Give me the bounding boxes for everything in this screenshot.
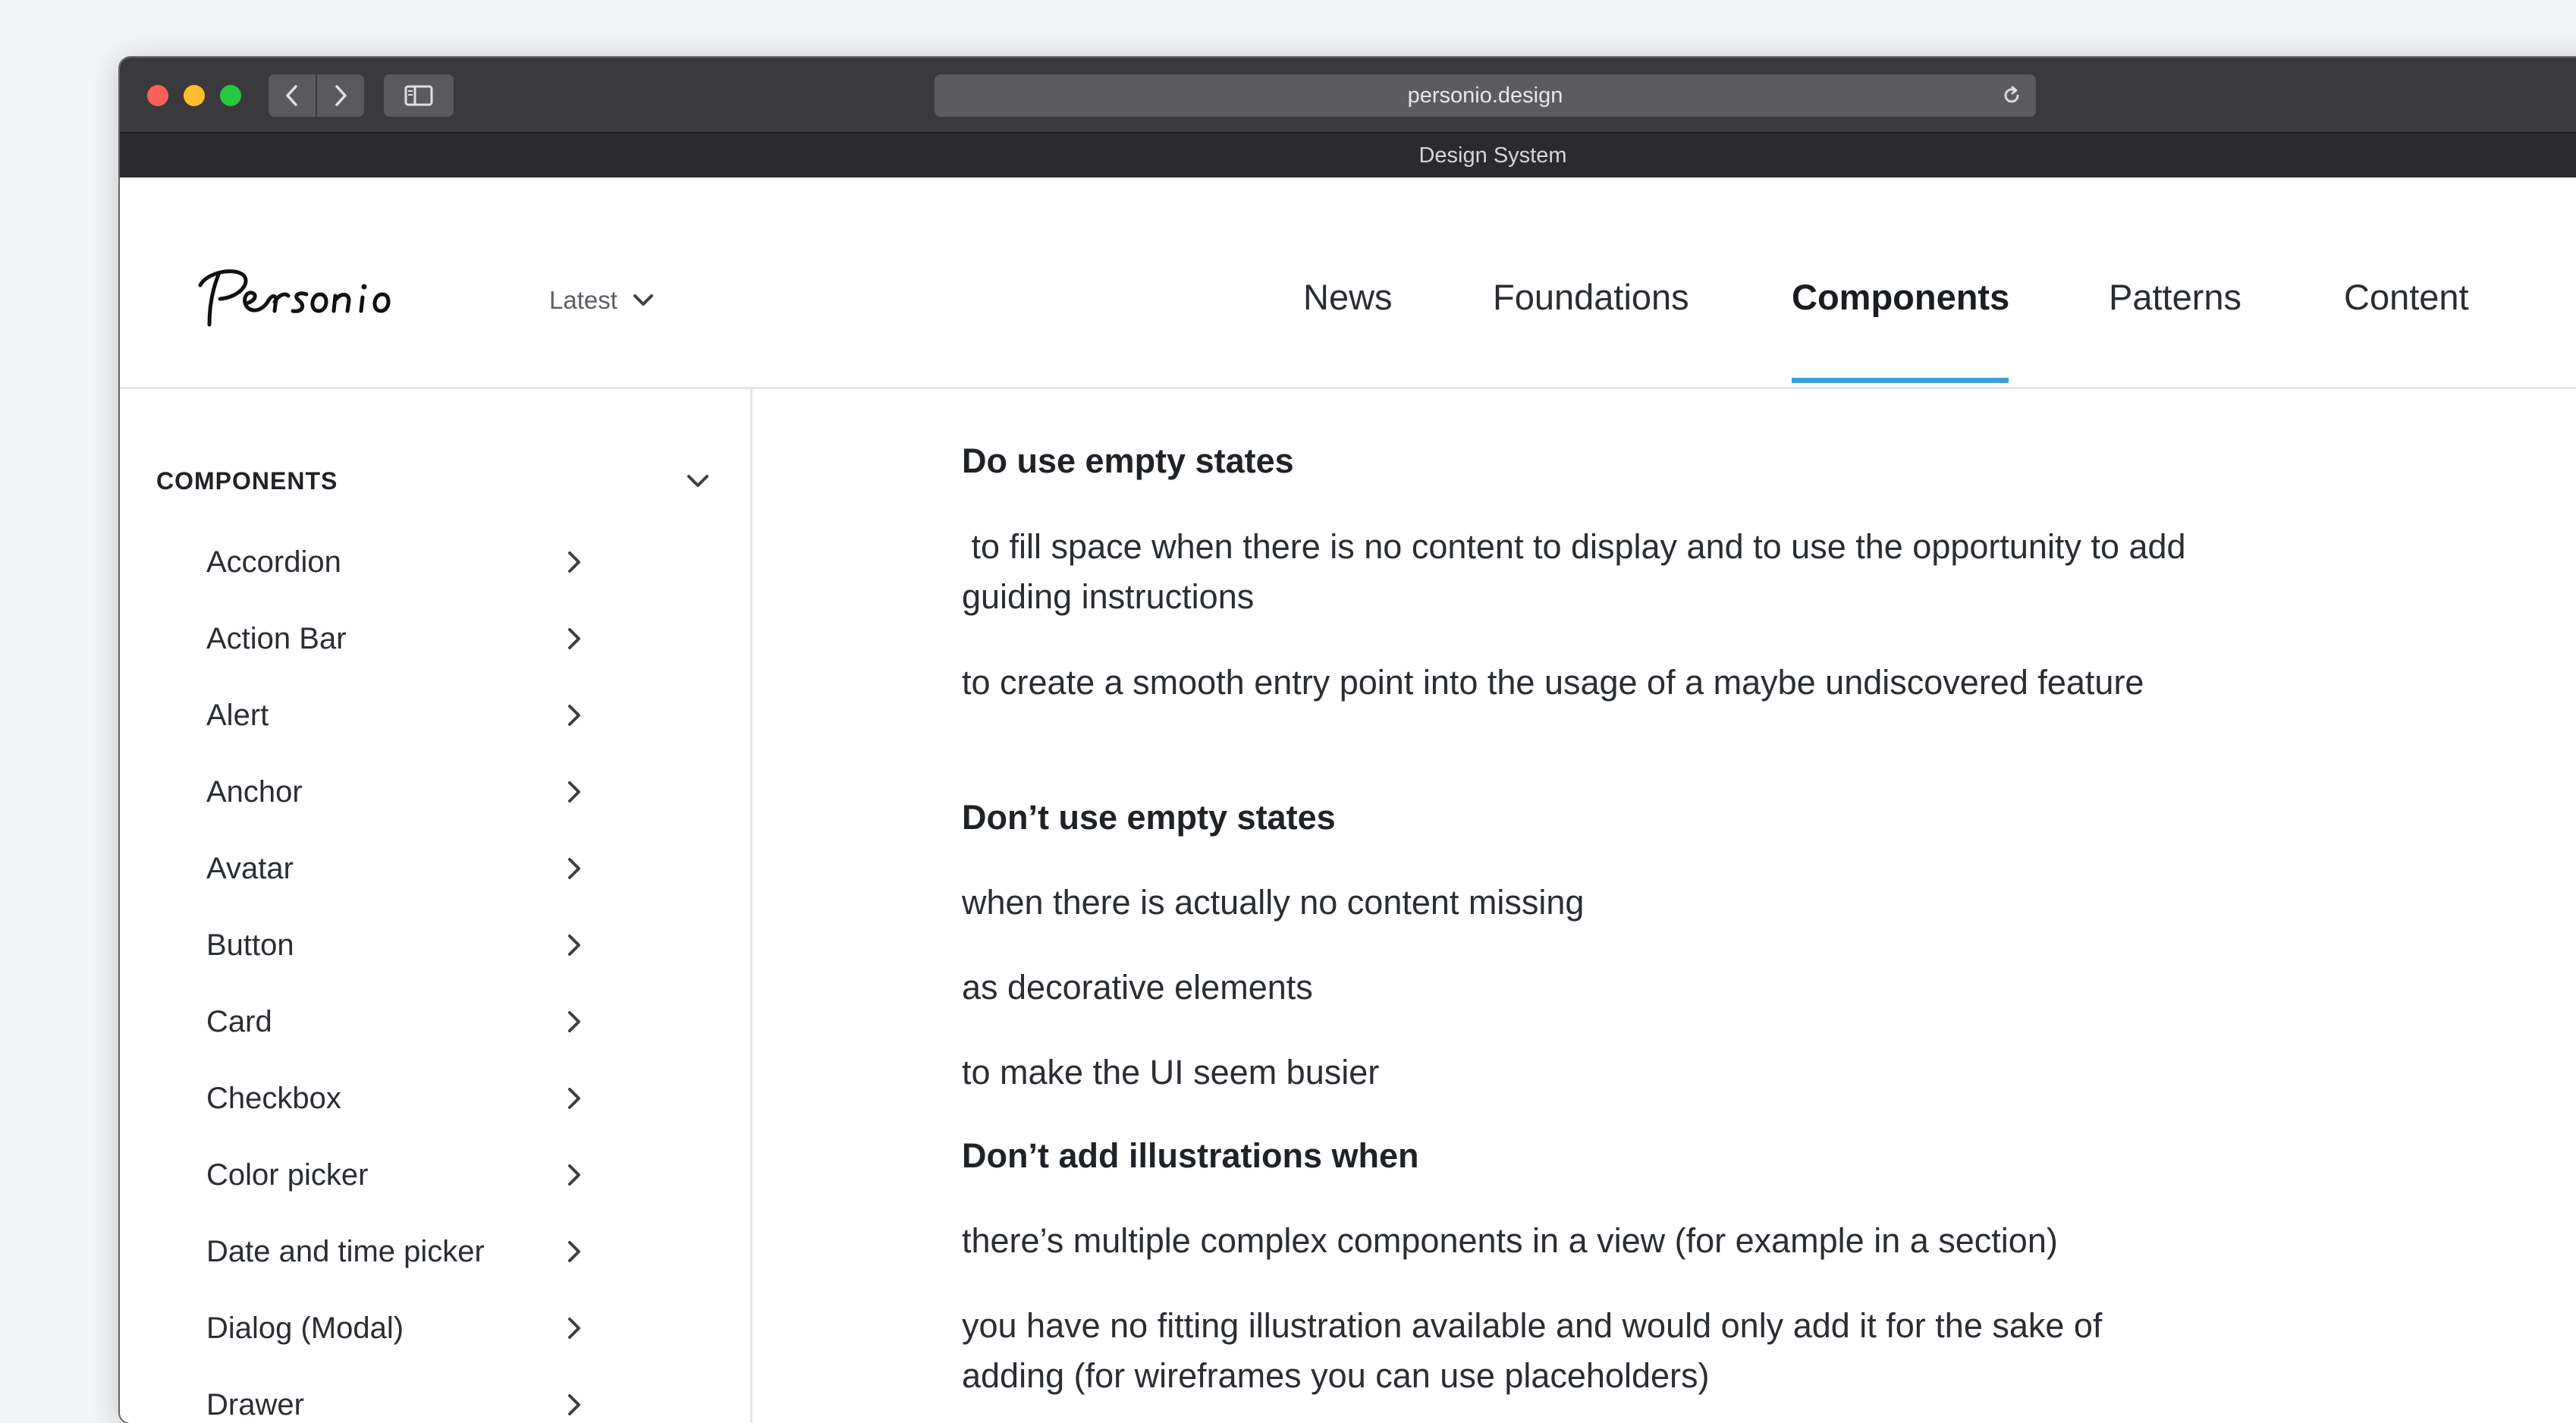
chevron-right-icon [568, 551, 580, 573]
chevron-right-icon [568, 1241, 580, 1262]
chevron-right-icon [335, 85, 347, 106]
reload-icon[interactable] [2001, 85, 2022, 106]
tab-bar: Design System [120, 132, 2576, 177]
sidebar-item-label: Dialog (Modal) [206, 1311, 404, 1345]
close-window-button[interactable] [147, 85, 168, 106]
sidebar-item-button[interactable]: Button [120, 907, 750, 984]
sidebar-item-alert[interactable]: Alert [120, 677, 750, 754]
version-label: Latest [549, 286, 617, 314]
chevron-right-icon [568, 705, 580, 726]
chevron-right-icon [568, 858, 580, 879]
zoom-window-button[interactable] [220, 85, 241, 106]
sidebar-icon [404, 85, 433, 106]
do-use-item: to fill space when there is no content t… [962, 527, 2196, 616]
sidebar-item-avatar[interactable]: Avatar [120, 831, 750, 907]
url-text: personio.design [1407, 83, 1563, 108]
chevron-right-icon [568, 1318, 580, 1339]
main-content: Do use empty states to fill space when t… [752, 389, 2576, 1423]
active-nav-indicator [1792, 378, 2009, 383]
nav-foundations[interactable]: Foundations [1493, 259, 1689, 335]
browser-titlebar: personio.design [120, 58, 2576, 132]
sidebar-item-date-and-time-picker[interactable]: Date and time picker [120, 1214, 750, 1290]
sidebar-item-label: Color picker [206, 1158, 369, 1192]
sidebar-list: Accordion Action Bar Alert Anchor Avatar… [120, 524, 750, 1423]
chevron-right-icon [568, 628, 580, 649]
sidebar-item-label: Date and time picker [206, 1235, 485, 1268]
sidebar-section-title: COMPONENTS [156, 466, 338, 495]
sidebar-item-label: Anchor [206, 775, 303, 809]
forward-button[interactable] [316, 74, 364, 117]
sidebar-item-label: Card [206, 1005, 272, 1038]
sidebar-item-label: Alert [206, 699, 269, 732]
sidebar-item-dialog-modal[interactable]: Dialog (Modal) [120, 1290, 750, 1367]
chevron-right-icon [568, 1394, 580, 1415]
nav-patterns[interactable]: Patterns [2109, 259, 2241, 335]
history-nav [269, 74, 364, 117]
dont-use-item: to make the UI seem busier [962, 1053, 1380, 1092]
dont-add-illustrations-item: you have no fitting illustration availab… [962, 1306, 2103, 1395]
site-header: Latest News Foundations Components Patte… [120, 177, 2576, 389]
sidebar-item-label: Checkbox [206, 1082, 341, 1115]
chevron-right-icon [568, 781, 580, 803]
chevron-down-icon [687, 475, 708, 487]
dont-add-illustrations-item: there’s multiple complex components in a… [962, 1221, 2058, 1260]
sidebar: COMPONENTS Accordion Action Bar Alert An… [120, 389, 752, 1423]
chevron-left-icon [286, 85, 297, 106]
sidebar-item-action-bar[interactable]: Action Bar [120, 601, 750, 677]
nav-news[interactable]: News [1303, 259, 1393, 335]
chevron-down-icon [633, 294, 653, 306]
dont-use-heading: Don’t use empty states [962, 798, 1336, 837]
sidebar-toggle-button[interactable] [384, 74, 454, 117]
sidebar-item-label: Button [206, 928, 294, 962]
nav-components[interactable]: Components [1792, 259, 2009, 335]
sidebar-item-label: Avatar [206, 852, 294, 885]
sidebar-item-label: Action Bar [206, 622, 347, 655]
tab-title[interactable]: Design System [120, 134, 2576, 177]
sidebar-item-drawer[interactable]: Drawer [120, 1367, 750, 1423]
personio-logo[interactable] [193, 259, 443, 335]
sidebar-item-accordion[interactable]: Accordion [120, 524, 750, 601]
sidebar-item-anchor[interactable]: Anchor [120, 754, 750, 831]
chevron-right-icon [568, 1164, 580, 1186]
sidebar-item-label: Drawer [206, 1388, 304, 1421]
chevron-right-icon [568, 1088, 580, 1109]
dont-use-item: when there is actually no content missin… [962, 883, 1585, 922]
sidebar-item-checkbox[interactable]: Checkbox [120, 1060, 750, 1137]
back-button[interactable] [269, 74, 316, 117]
dont-use-item: as decorative elements [962, 968, 1313, 1007]
version-select[interactable]: Latest [549, 284, 654, 317]
sidebar-item-label: Accordion [206, 545, 341, 579]
do-use-item: to create a smooth entry point into the … [962, 663, 2144, 702]
browser-window: personio.design Design System Latest New… [120, 58, 2576, 1423]
sidebar-section-toggle[interactable]: COMPONENTS [156, 462, 710, 500]
minimize-window-button[interactable] [184, 85, 205, 106]
dont-add-illustrations-heading: Don’t add illustrations when [962, 1136, 1419, 1175]
sidebar-item-card[interactable]: Card [120, 984, 750, 1060]
chevron-right-icon [568, 935, 580, 956]
chevron-right-icon [568, 1011, 580, 1032]
do-use-heading: Do use empty states [962, 441, 1294, 480]
nav-content[interactable]: Content [2344, 259, 2469, 335]
address-bar[interactable]: personio.design [935, 74, 2036, 117]
sidebar-item-color-picker[interactable]: Color picker [120, 1137, 750, 1214]
